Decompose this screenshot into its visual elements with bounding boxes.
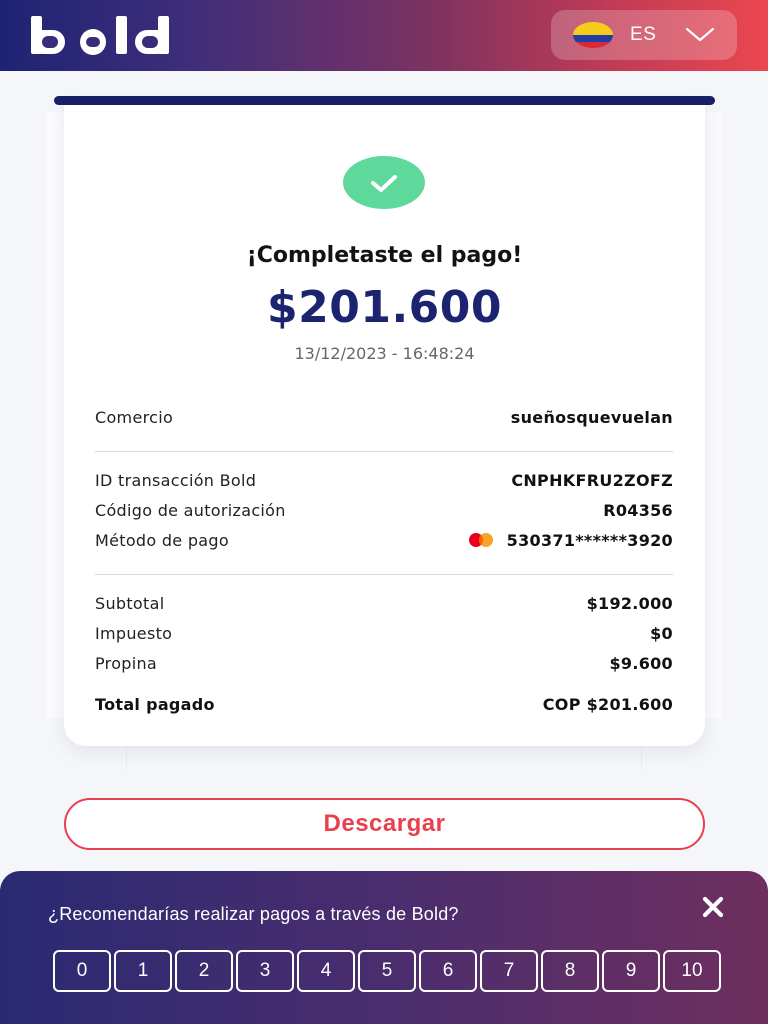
transaction-id-value: CNPHKFRU2ZOFZ — [511, 471, 673, 490]
total-row: Total pagado COP $201.600 — [95, 695, 673, 714]
subtotal-value: $192.000 — [586, 594, 673, 613]
close-icon[interactable] — [701, 895, 725, 919]
auth-code-label: Código de autorización — [95, 501, 286, 520]
tax-value: $0 — [650, 624, 673, 643]
total-label: Total pagado — [95, 695, 215, 714]
survey-question: ¿Recomendarías realizar pagos a través d… — [48, 904, 459, 924]
mastercard-icon — [468, 532, 493, 547]
payment-method-label: Método de pago — [95, 531, 229, 550]
subtotal-label: Subtotal — [95, 594, 165, 613]
tip-value: $9.600 — [609, 654, 673, 673]
transaction-id-row: ID transacción Bold CNPHKFRU2ZOFZ — [95, 471, 673, 490]
total-value: COP $201.600 — [542, 695, 673, 714]
header: ES — [0, 0, 768, 71]
payment-datetime: 13/12/2023 - 16:48:24 — [294, 344, 475, 363]
payment-method-value-wrap: 530371******3920 — [465, 531, 673, 550]
receipt-title: ¡Completaste el pago! — [246, 243, 523, 268]
nps-survey-panel: ¿Recomendarías realizar pagos a través d… — [0, 871, 768, 1024]
receipt-card: ¡Completaste el pago! $201.600 13/12/202… — [64, 100, 705, 746]
bold-logo[interactable] — [30, 14, 190, 56]
payment-amount: $201.600 — [266, 282, 503, 333]
merchant-row: Comercio sueñosquevuelan — [95, 408, 673, 427]
merchant-label: Comercio — [95, 408, 174, 427]
auth-code-value: R04356 — [603, 501, 673, 520]
receipt-top-bar — [54, 96, 715, 105]
divider — [95, 451, 673, 452]
payment-method-value: 530371******3920 — [506, 531, 673, 550]
nps-option-2[interactable]: 2 — [175, 950, 233, 992]
nps-option-6[interactable]: 6 — [419, 950, 477, 992]
nps-option-5[interactable]: 5 — [358, 950, 416, 992]
nps-option-9[interactable]: 9 — [602, 950, 660, 992]
transaction-id-label: ID transacción Bold — [95, 471, 257, 490]
language-code: ES — [630, 24, 657, 45]
divider — [95, 574, 673, 575]
nps-option-10[interactable]: 10 — [663, 950, 721, 992]
nps-option-1[interactable]: 1 — [114, 950, 172, 992]
download-button[interactable]: Descargar — [64, 798, 705, 850]
nps-option-4[interactable]: 4 — [297, 950, 355, 992]
language-selector[interactable]: ES — [551, 10, 737, 60]
tip-label: Propina — [95, 654, 158, 673]
check-icon — [343, 156, 425, 209]
tax-label: Impuesto — [95, 624, 173, 643]
nps-option-0[interactable]: 0 — [53, 950, 111, 992]
tax-row: Impuesto $0 — [95, 624, 673, 643]
tip-row: Propina $9.600 — [95, 654, 673, 673]
subtotal-row: Subtotal $192.000 — [95, 594, 673, 613]
merchant-value: sueñosquevuelan — [510, 408, 673, 427]
nps-scale: 0 1 2 3 4 5 6 7 8 9 10 — [53, 950, 721, 992]
colombia-flag-icon — [573, 22, 613, 48]
nps-option-7[interactable]: 7 — [480, 950, 538, 992]
payment-method-row: Método de pago 530371******3920 — [95, 531, 673, 550]
chevron-down-icon — [685, 27, 715, 42]
nps-option-3[interactable]: 3 — [236, 950, 294, 992]
auth-code-row: Código de autorización R04356 — [95, 501, 673, 520]
nps-option-8[interactable]: 8 — [541, 950, 599, 992]
